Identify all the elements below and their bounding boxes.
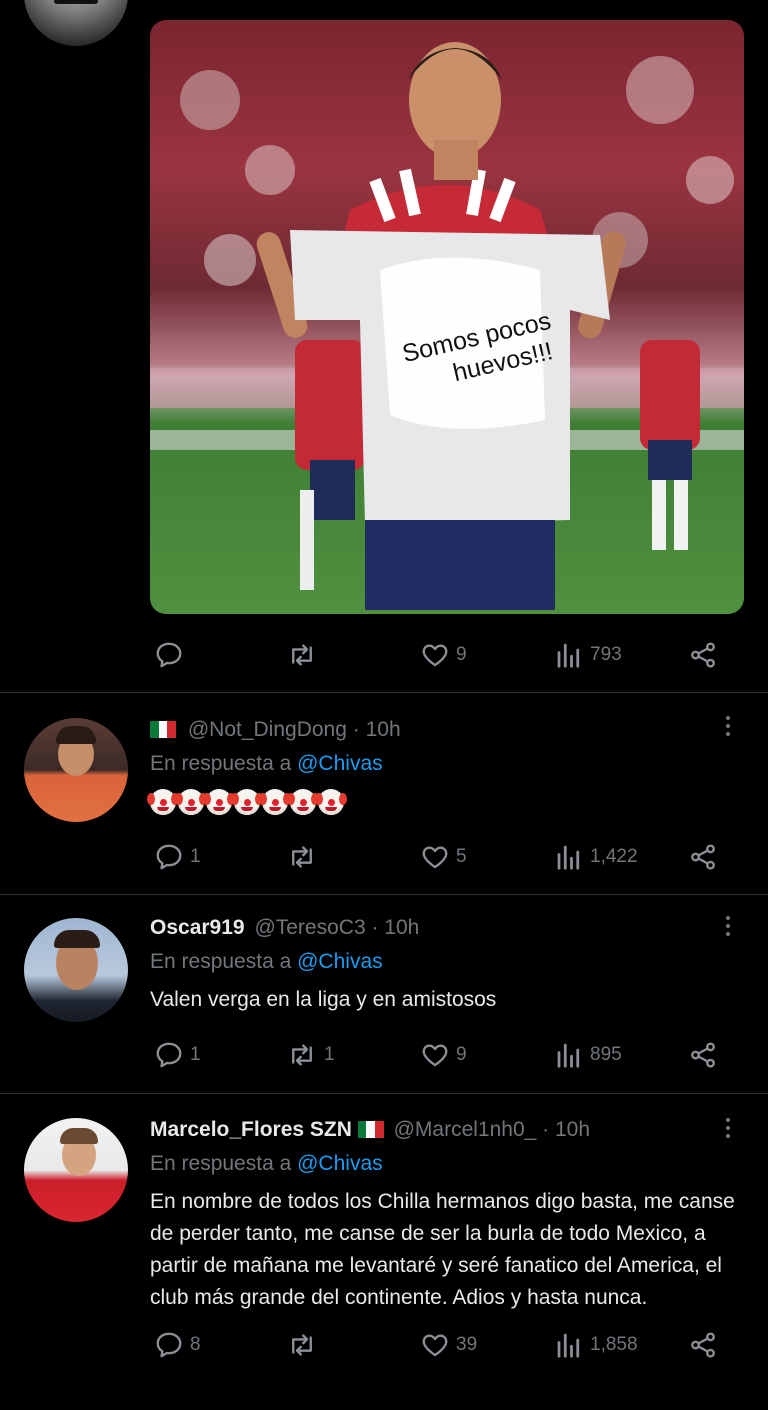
reply-time[interactable]: · 10h [371, 916, 419, 939]
views-count: 1,858 [590, 1334, 638, 1355]
clown-face-icon [147, 789, 179, 815]
reply-mention-link[interactable]: @Chivas [297, 950, 383, 973]
reply-context: En respuesta a @Chivas [150, 1152, 383, 1176]
heart-icon [420, 640, 450, 670]
reply-text: En nombre de todos los Chilla hermanos d… [150, 1190, 735, 1309]
reply-context: En respuesta a @Chivas [150, 752, 383, 776]
heart-icon [420, 842, 450, 872]
display-name[interactable]: Marcelo_Flores SZN [150, 1118, 352, 1141]
bar-chart-icon [554, 1040, 584, 1070]
reply-mention-link[interactable]: @Chivas [297, 752, 383, 775]
speech-bubble-icon [154, 640, 184, 670]
like-count: 39 [456, 1334, 478, 1355]
reply-button[interactable]: 1 [154, 842, 201, 872]
reply-context: En respuesta a @Chivas [150, 950, 383, 974]
photo-illustration [150, 42, 744, 610]
like-button[interactable]: 39 [420, 1330, 477, 1360]
retweet-button[interactable] [286, 640, 324, 670]
more-dots-icon[interactable] [726, 716, 730, 740]
share-nodes-icon [688, 842, 718, 872]
clown-face-icon [259, 789, 291, 815]
display-name[interactable]: Oscar919 [150, 916, 245, 939]
reply-prefix: En respuesta a [150, 752, 292, 775]
like-count: 9 [456, 1044, 467, 1065]
clown-face-icon [287, 789, 319, 815]
views-button[interactable]: 895 [554, 1040, 622, 1070]
retweet-button[interactable]: 1 [286, 1040, 335, 1070]
views-button[interactable]: 793 [554, 640, 622, 670]
retweet-arrows-icon [286, 1330, 318, 1360]
reply-count: 1 [190, 846, 201, 867]
reply-handle[interactable]: @TeresoC3 [254, 916, 365, 939]
share-button[interactable] [688, 842, 718, 872]
reply-button[interactable]: 8 [154, 1330, 201, 1360]
reply-count: 8 [190, 1334, 201, 1355]
heart-icon [420, 1040, 450, 1070]
tweet-divider [0, 1093, 768, 1094]
reply-text: Valen verga en la liga y en amistosos [150, 988, 497, 1011]
retweet-count: 1 [324, 1044, 335, 1065]
bar-chart-icon [554, 842, 584, 872]
share-button[interactable] [688, 1330, 718, 1360]
reply-header: Oscar919 @TeresoC3 · 10h [150, 916, 419, 940]
share-nodes-icon [688, 1040, 718, 1070]
like-button[interactable]: 9 [420, 1040, 467, 1070]
tweet-divider [0, 692, 768, 693]
retweet-button[interactable] [286, 842, 324, 872]
reply-time[interactable]: · 10h [353, 718, 401, 741]
tweet-media-image[interactable]: Somos pocos huevos!!! [150, 20, 744, 614]
retweet-button[interactable] [286, 1330, 324, 1360]
like-button[interactable]: 5 [420, 842, 467, 872]
clown-face-icon [315, 789, 347, 815]
speech-bubble-icon [154, 1040, 184, 1070]
avatar[interactable] [24, 918, 128, 1022]
views-button[interactable]: 1,858 [554, 1330, 638, 1360]
clown-emoji-row [147, 789, 347, 815]
reply-header: Marcelo_Flores SZN @Marcel1nh0_ · 10h [150, 1118, 590, 1142]
like-button[interactable]: 9 [420, 640, 467, 670]
share-button[interactable] [688, 640, 718, 670]
reply-handle[interactable]: @Not_DingDong [188, 718, 347, 741]
reply-count: 1 [190, 1044, 201, 1065]
like-count: 5 [456, 846, 467, 867]
heart-icon [420, 1330, 450, 1360]
share-button[interactable] [688, 1040, 718, 1070]
retweet-arrows-icon [286, 640, 318, 670]
retweet-arrows-icon [286, 842, 318, 872]
author-avatar[interactable] [24, 0, 128, 46]
clown-face-icon [231, 789, 263, 815]
reply-mention-link[interactable]: @Chivas [297, 1152, 383, 1175]
bar-chart-icon [554, 640, 584, 670]
speech-bubble-icon [154, 842, 184, 872]
mexico-flag-icon [357, 1121, 384, 1138]
reply-button[interactable]: 1 [154, 1040, 201, 1070]
reply-header: @Not_DingDong · 10h [150, 718, 401, 742]
retweet-arrows-icon [286, 1040, 318, 1070]
clown-face-icon [175, 789, 207, 815]
speech-bubble-icon [154, 1330, 184, 1360]
avatar[interactable] [24, 718, 128, 822]
reply-handle[interactable]: @Marcel1nh0_ [394, 1118, 537, 1141]
more-dots-icon[interactable] [726, 916, 730, 940]
reply-prefix: En respuesta a [150, 1152, 292, 1175]
share-nodes-icon [688, 1330, 718, 1360]
share-nodes-icon [688, 640, 718, 670]
reply-prefix: En respuesta a [150, 950, 292, 973]
tweet-divider [0, 894, 768, 895]
reply-button[interactable] [154, 640, 190, 670]
more-dots-icon[interactable] [726, 1118, 730, 1142]
avatar[interactable] [24, 1118, 128, 1222]
like-count: 9 [456, 644, 467, 665]
bar-chart-icon [554, 1330, 584, 1360]
views-count: 895 [590, 1044, 622, 1065]
mexico-flag-icon [150, 721, 176, 738]
views-button[interactable]: 1,422 [554, 842, 638, 872]
clown-face-icon [203, 789, 235, 815]
reply-time[interactable]: · 10h [542, 1118, 590, 1141]
views-count: 793 [590, 644, 622, 665]
views-count: 1,422 [590, 846, 638, 867]
